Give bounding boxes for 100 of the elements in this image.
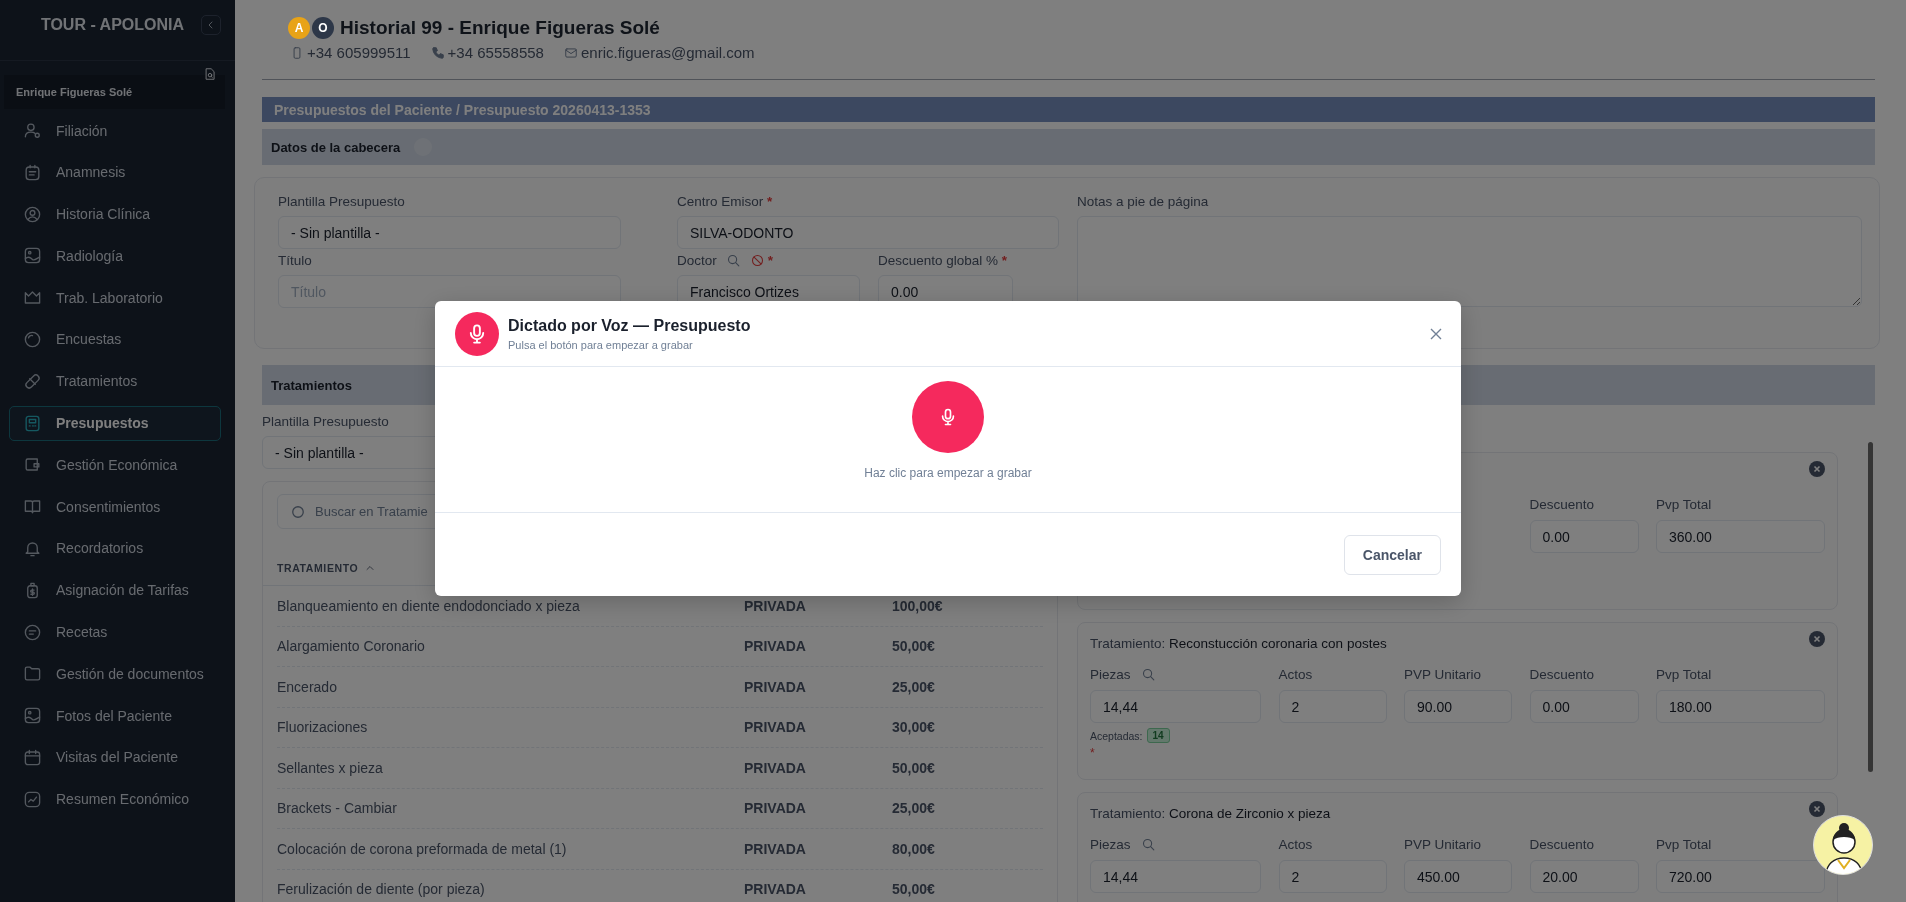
- remove-icon[interactable]: [1809, 631, 1825, 647]
- nav-item[interactable]: Recordatorios: [9, 530, 221, 566]
- user-circle-icon: [23, 204, 42, 224]
- template-select[interactable]: - Sin plantilla -: [278, 216, 621, 249]
- phone-number: +34 65558558: [447, 44, 544, 61]
- user-icon: [23, 121, 42, 140]
- treatment-title: Tratamiento: Reconstucción coronaria con postes: [1090, 636, 1387, 651]
- folder-icon: [23, 664, 42, 684]
- table-cell-text: 25,00€: [892, 800, 936, 817]
- image-icon: [23, 706, 42, 726]
- circle-icon: [23, 330, 42, 349]
- nav-item[interactable]: Recetas: [9, 614, 221, 650]
- nav-item[interactable]: Trab. Laboratorio: [9, 280, 221, 316]
- value-field[interactable]: 14,44: [1090, 690, 1261, 723]
- value-field[interactable]: 720.00: [1656, 860, 1825, 893]
- tooth-tag: 14: [1146, 728, 1170, 743]
- pill-icon: [23, 371, 42, 391]
- calculator-icon: [23, 413, 42, 433]
- value-field[interactable]: 360.00: [1656, 520, 1825, 553]
- table-cell-text: PRIVADA: [744, 800, 807, 817]
- treatment-title: Tratamiento: Corona de Zirconio x pieza: [1090, 806, 1331, 821]
- dialog-subtitle: Pulsa el botón para empezar a grabar: [508, 338, 694, 351]
- field-label: Pvp Total: [1656, 667, 1712, 682]
- value-field[interactable]: 2: [1278, 690, 1387, 723]
- value-field[interactable]: 14,44: [1090, 860, 1261, 893]
- remove-icon[interactable]: [1809, 801, 1825, 817]
- table-cell-text: PRIVADA: [744, 678, 807, 695]
- record-hint: Haz clic para empezar a grabar: [864, 466, 1032, 480]
- cancel-button[interactable]: Cancelar: [1343, 534, 1441, 575]
- center-field[interactable]: SILVA-ODONTO: [677, 216, 1059, 249]
- field-label: Pvp Total: [1656, 837, 1712, 852]
- field-label: Doctor *: [677, 253, 775, 268]
- field-label: Plantilla Presupuesto: [278, 194, 406, 209]
- dialog-title: Dictado por Voz — Presupuesto: [508, 316, 751, 335]
- nav-item[interactable]: Anamnesis: [9, 154, 221, 190]
- value-field[interactable]: 450.00: [1404, 860, 1512, 893]
- ban-icon: [749, 253, 765, 268]
- nav-item[interactable]: Fotos del Paciente: [9, 698, 221, 734]
- field-label: Descuento: [1529, 667, 1595, 682]
- table-cell-text: Alargamiento Coronario: [277, 638, 426, 655]
- nav-item[interactable]: Historia Clínica: [9, 196, 221, 232]
- table-cell-text: PRIVADA: [744, 597, 807, 614]
- table-cell-text: Sellantes x pieza: [277, 759, 384, 776]
- table-cell-text: 80,00€: [892, 840, 936, 857]
- search-icon[interactable]: [1140, 837, 1156, 852]
- nav-item[interactable]: Consentimientos: [9, 489, 221, 525]
- table-cell-text: Brackets - Cambiar: [277, 800, 398, 817]
- field-label: Descuento global % *: [878, 253, 1009, 268]
- field-label: Actos: [1278, 667, 1313, 682]
- mobile-number: +34 605999511: [307, 44, 411, 61]
- table-cell-text: PRIVADA: [744, 638, 807, 655]
- patient-title: Historial 99 - Enrique Figueras Solé: [340, 17, 660, 39]
- field-label: Notas a pie de página: [1077, 194, 1210, 209]
- table-cell-text: PRIVADA: [744, 881, 807, 898]
- image-icon: [23, 246, 42, 266]
- required-mark: *: [1090, 746, 1096, 760]
- table-cell-text: Colocación de corona preformada de metal (1): [277, 840, 568, 857]
- nav-item[interactable]: Encuestas: [9, 322, 221, 357]
- value-field[interactable]: 180.00: [1656, 690, 1825, 723]
- remove-icon[interactable]: [1809, 461, 1825, 477]
- mail-icon: [563, 45, 578, 60]
- field-label: Título: [278, 253, 313, 268]
- nav-item[interactable]: Gestión de documentos: [9, 656, 221, 692]
- chart-icon: [23, 789, 42, 809]
- field-label: Actos: [1278, 837, 1313, 852]
- clipboard-icon: [23, 162, 42, 182]
- column-header[interactable]: TRATAMIENTO: [277, 562, 359, 574]
- handset-icon: [430, 45, 445, 60]
- nav-item[interactable]: Radiología: [9, 238, 221, 274]
- value-field[interactable]: 2: [1278, 860, 1387, 893]
- search-icon[interactable]: [1140, 667, 1156, 682]
- calendar-icon: [23, 747, 42, 767]
- field-label: PVP Unitario: [1404, 837, 1482, 852]
- notes-field[interactable]: [1077, 216, 1862, 307]
- field-label: Piezas: [1090, 837, 1131, 852]
- table-cell-text: PRIVADA: [744, 759, 807, 776]
- value-field[interactable]: 90.00: [1404, 690, 1512, 723]
- app-title: TOUR - APOLONIA: [40, 16, 185, 34]
- table-cell-text: 25,00€: [892, 678, 936, 695]
- value-field[interactable]: 20.00: [1529, 860, 1639, 893]
- nav-item[interactable]: Visitas del Paciente: [9, 739, 221, 775]
- nav-item[interactable]: Gestión Económica: [9, 447, 221, 483]
- nav-item[interactable]: Asignación de Tarifas: [9, 572, 221, 608]
- nav-item[interactable]: Tratamientos: [9, 363, 221, 399]
- table-cell-text: PRIVADA: [744, 719, 807, 736]
- nav-item[interactable]: Filiación: [9, 113, 221, 148]
- file-search-icon[interactable]: [203, 67, 217, 81]
- table-cell-text: PRIVADA: [744, 840, 807, 857]
- value-field[interactable]: 0.00: [1529, 520, 1639, 553]
- section-header: Datos de la cabecera: [262, 129, 1875, 165]
- nav-item[interactable]: Presupuestos: [9, 405, 221, 441]
- avatar: O: [312, 17, 334, 39]
- field-label: Plantilla Presupuesto: [262, 414, 389, 429]
- avatar: A: [288, 17, 310, 39]
- table-cell-text: 50,00€: [892, 638, 936, 655]
- table-cell-text: Blanqueamiento en diente endodonciado x pieza: [277, 597, 581, 614]
- nav-item[interactable]: Resumen Económico: [9, 781, 221, 817]
- table-cell-text: 50,00€: [892, 881, 936, 898]
- search-icon: [289, 503, 307, 521]
- value-field[interactable]: 0.00: [1529, 690, 1639, 723]
